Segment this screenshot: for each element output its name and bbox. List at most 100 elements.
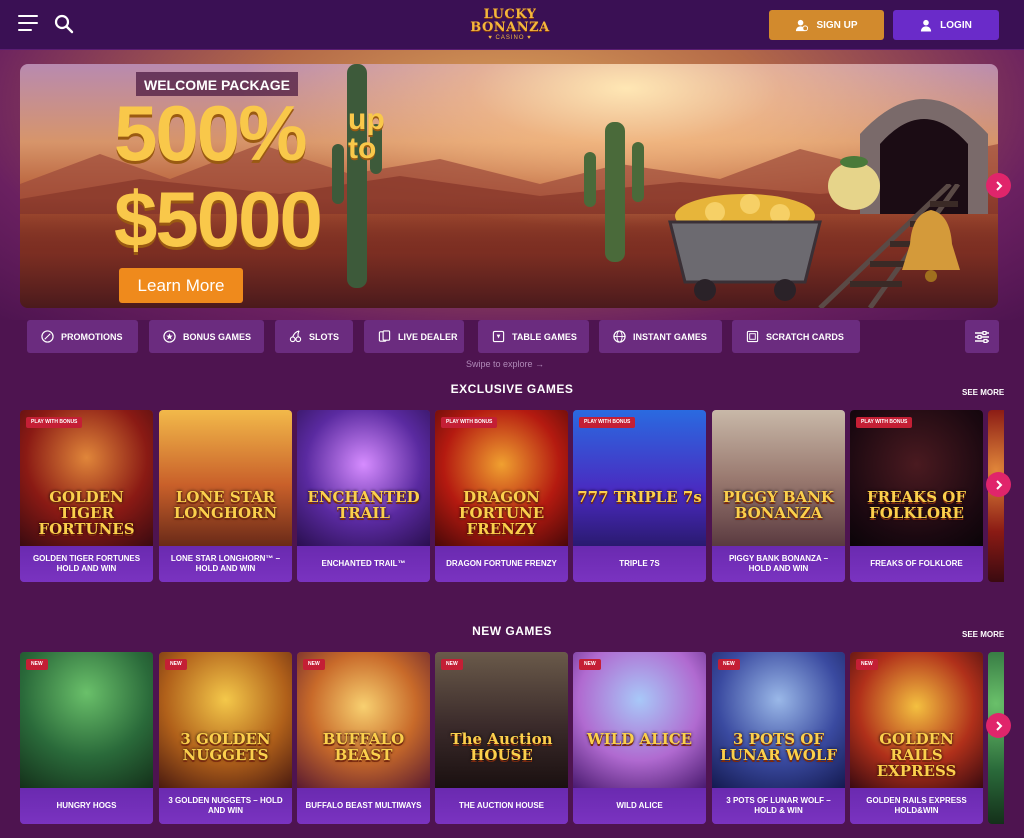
game-name: THE AUCTION HOUSE [435,788,568,824]
add-user-icon [796,19,809,31]
user-icon [921,19,932,32]
cactus-right [584,122,644,262]
new-games-next-button[interactable] [986,713,1011,738]
category-label: PROMOTIONS [61,331,123,342]
hero-to-text: to [348,131,377,165]
exclusive-game-card[interactable]: GOLDEN TIGER FORTUNES PLAY WITH BONUS GOLD… [20,410,153,582]
hero-next-button[interactable] [986,173,1011,198]
game-art-title: 3 GOLDEN NUGGETS [180,730,271,764]
cards-icon [378,330,391,342]
game-name: GOLDEN RAILS EXPRESS HOLD&WIN [850,788,983,824]
gold-pot-icon [828,156,880,210]
game-badge: PLAY WITH BONUS [856,417,913,428]
category-label: SCRATCH CARDS [766,331,844,342]
exclusive-game-card[interactable]: DRAGON FORTUNE FRENZY PLAY WITH BONUS DRAG… [435,410,568,582]
new-game-card[interactable]: GOLDEN RAILS EXPRESS NEW GOLDEN RAILS EXPR… [850,652,983,824]
game-badge: NEW [165,659,187,670]
filter-button[interactable] [965,320,999,353]
category-promotions[interactable]: PROMOTIONS [27,320,138,353]
category-label: LIVE DEALER [398,331,458,342]
hero-up-to: up to [348,103,385,165]
learn-more-button[interactable]: Learn More [119,268,243,303]
site-header: LUCKY BONANZA ♥ CASINO ♥ SIGN UP LOGIN [0,0,1024,50]
game-art-title: WILD ALICE [586,730,693,748]
menu-icon[interactable] [18,15,38,33]
swipe-hint: Swipe to explore → [466,359,545,369]
exclusive-game-card[interactable]: LONE STAR LONGHORN LONE STAR LONGHORN™ – … [159,410,292,582]
exclusive-see-more-link[interactable]: SEE MORE [962,388,1004,397]
signup-label: SIGN UP [816,19,858,31]
game-thumbnail [159,410,292,546]
hero-headline-percent: 500% [114,89,307,177]
category-label: TABLE GAMES [512,331,577,342]
game-art-title: 3 POTS OF LUNAR WOLF [720,730,837,764]
game-badge: NEW [303,659,325,670]
login-label: LOGIN [940,19,972,31]
game-name: TRIPLE 7S [573,546,706,582]
login-button[interactable]: LOGIN [893,10,999,40]
exclusive-next-button[interactable] [986,472,1011,497]
new-game-card[interactable]: 3 POTS OF LUNAR WOLF NEW 3 POTS OF LUNAR W… [712,652,845,824]
brand-logo[interactable]: LUCKY BONANZA ♥ CASINO ♥ [462,8,558,44]
chevron-right-icon [995,720,1002,731]
category-label: INSTANT GAMES [633,331,707,342]
hero-headline-amount: $5000 [114,175,323,263]
game-art-title: DRAGON FORTUNE FRENZY [458,488,545,538]
table-icon [492,330,505,343]
category-scratch-cards[interactable]: SCRATCH CARDS [732,320,860,353]
game-badge: NEW [26,659,48,670]
game-badge: PLAY WITH BONUS [579,417,636,428]
game-art-title: FREAKS OF FOLKLORE [867,488,966,522]
category-slots[interactable]: SLOTS [275,320,353,353]
game-thumbnail [712,410,845,546]
game-art-title: PIGGY BANK BONANZA [723,488,834,522]
new-games-see-more-link[interactable]: SEE MORE [962,630,1004,639]
new-game-card[interactable]: 3 GOLDEN NUGGETS NEW 3 GOLDEN NUGGETS – HO… [159,652,292,824]
game-card-partial[interactable] [988,652,1004,824]
game-thumbnail [297,410,430,546]
search-icon[interactable] [54,14,74,34]
game-thumbnail [297,652,430,788]
game-name: FREAKS OF FOLKLORE [850,546,983,582]
game-name: 3 POTS OF LUNAR WOLF – HOLD & WIN [712,788,845,824]
chevron-right-icon [995,479,1002,490]
game-name: GOLDEN TIGER FORTUNES HOLD AND WIN [20,546,153,582]
game-name: PIGGY BANK BONANZA – HOLD AND WIN [712,546,845,582]
game-badge: PLAY WITH BONUS [26,417,83,428]
category-nav: PROMOTIONS BONUS GAMES SLOTS LIVE DEALER TAB… [0,320,1024,354]
game-name: HUNGRY HOGS [20,788,153,824]
exclusive-game-card[interactable]: 777 TRIPLE 7s PLAY WITH BONUS TRIPLE 7S [573,410,706,582]
star-icon [163,330,176,343]
exclusive-game-card[interactable]: PIGGY BANK BONANZA PIGGY BANK BONANZA – H… [712,410,845,582]
new-game-card[interactable]: BUFFALO BEAST NEW BUFFALO BEAST MULTIWAYS [297,652,430,824]
game-name: WILD ALICE [573,788,706,824]
new-game-card[interactable]: The Auction HOUSE NEW THE AUCTION HOUSE [435,652,568,824]
game-thumbnail [573,410,706,546]
game-thumbnail [159,652,292,788]
new-game-card[interactable]: NEW HUNGRY HOGS [20,652,153,824]
game-name: ENCHANTED TRAIL™ [297,546,430,582]
game-art-title: ENCHANTED TRAIL [307,488,420,522]
category-bonus-games[interactable]: BONUS GAMES [149,320,264,353]
game-name: 3 GOLDEN NUGGETS – HOLD AND WIN [159,788,292,824]
signup-button[interactable]: SIGN UP [769,10,884,40]
category-live-dealer[interactable]: LIVE DEALER [364,320,464,353]
percent-icon [41,330,54,343]
game-badge: NEW [579,659,601,670]
cactus-left [332,64,382,288]
exclusive-game-card[interactable]: FREAKS OF FOLKLORE PLAY WITH BONUS FREAKS … [850,410,983,582]
category-table-games[interactable]: TABLE GAMES [478,320,589,353]
game-thumbnail [573,652,706,788]
sliders-icon [975,330,989,343]
exclusive-games-row: GOLDEN TIGER FORTUNES PLAY WITH BONUS GOLD… [20,410,1024,582]
game-badge: NEW [856,659,878,670]
chevron-right-icon [995,180,1002,191]
globe-icon [613,330,626,343]
new-game-card[interactable]: WILD ALICE NEW WILD ALICE [573,652,706,824]
exclusive-game-card[interactable]: ENCHANTED TRAIL ENCHANTED TRAIL™ [297,410,430,582]
game-art-title: GOLDEN TIGER FORTUNES [38,488,135,538]
category-instant-games[interactable]: INSTANT GAMES [599,320,722,353]
hero-banner[interactable]: WELCOME PACKAGE 500% up to $5000 Learn M… [20,64,998,308]
game-badge: PLAY WITH BONUS [441,417,498,428]
hero-up-text: up [348,103,385,136]
